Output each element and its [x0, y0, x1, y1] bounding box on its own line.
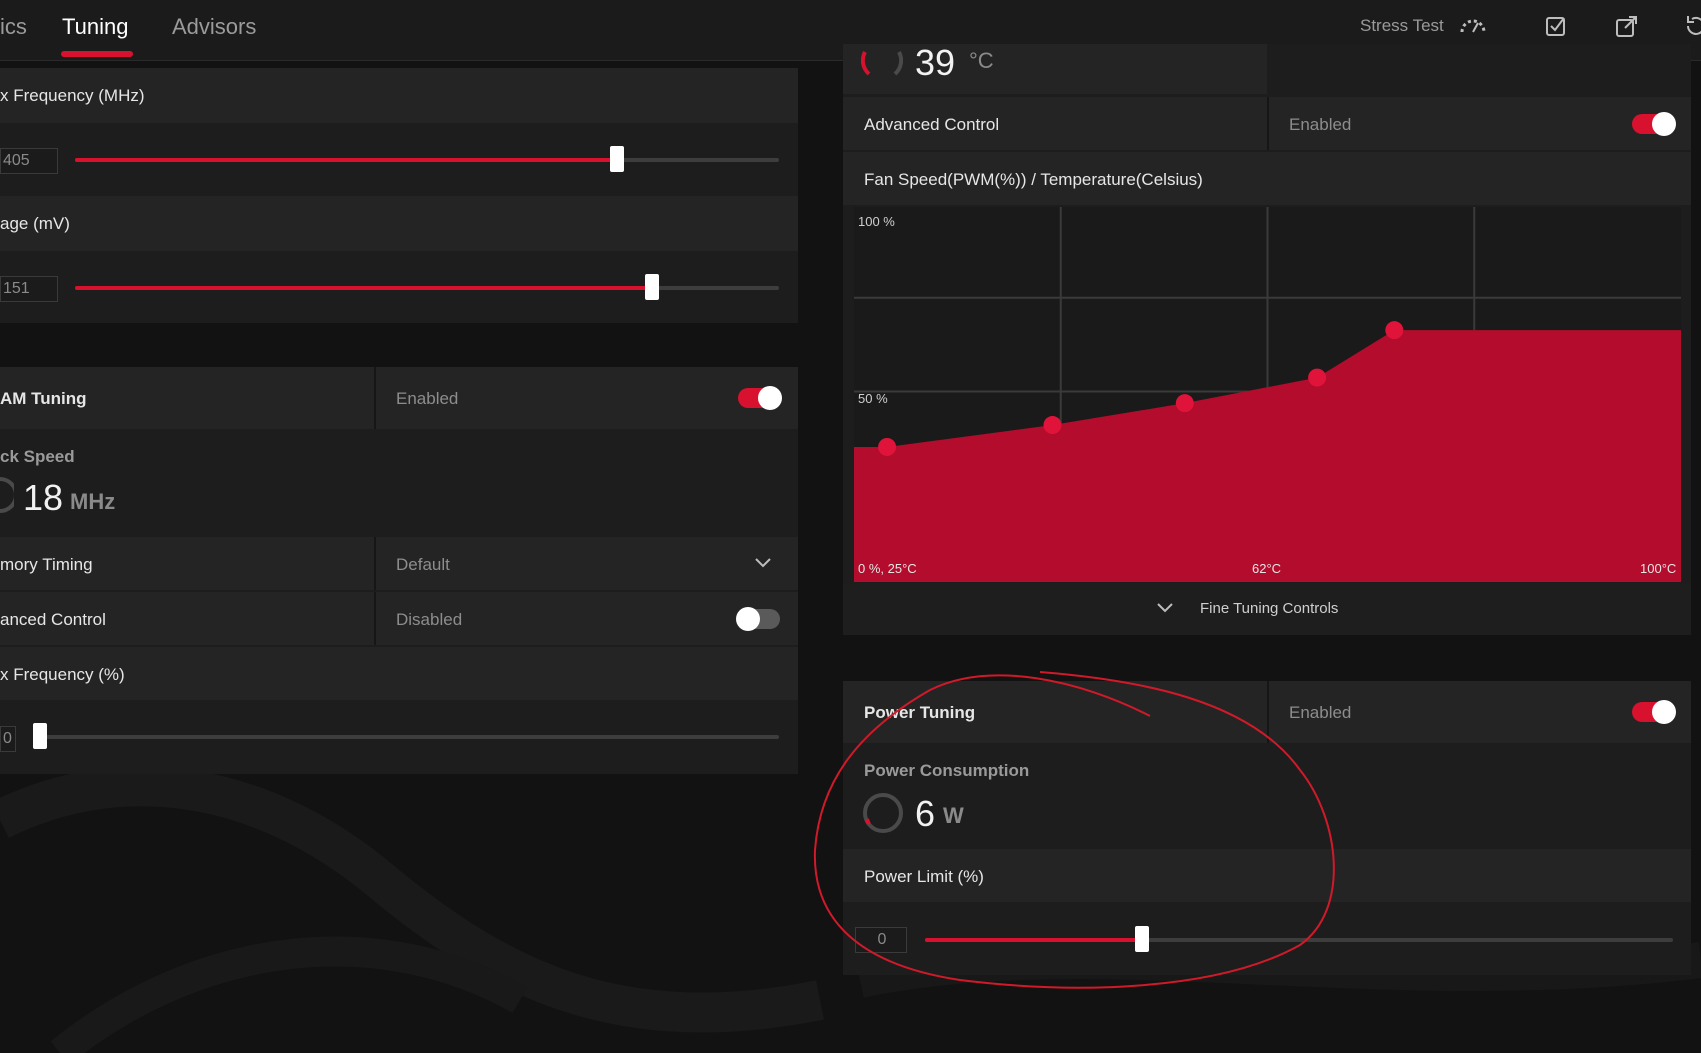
- fine-tuning-controls-label[interactable]: Fine Tuning Controls: [1200, 600, 1338, 617]
- power-limit-fill: [925, 938, 1142, 942]
- stress-gauge-icon[interactable]: [1459, 12, 1487, 40]
- fan-advanced-control-label: Advanced Control: [864, 115, 1000, 134]
- voltage-row: age (mV): [0, 196, 798, 251]
- fan-curve-point-0[interactable]: [878, 437, 897, 456]
- clock-speed-value: 18: [23, 477, 64, 518]
- clock-speed-unit: MHz: [70, 489, 116, 514]
- clock-speed-label: ck Speed: [0, 447, 75, 466]
- temperature-gauge-icon: [861, 51, 903, 76]
- temperature-row: 39 °C: [843, 42, 1267, 94]
- max-frequency-thumb[interactable]: [610, 146, 625, 172]
- checkbox-icon[interactable]: [1542, 12, 1570, 40]
- x-tick-end: 100°C: [1640, 561, 1676, 576]
- tab-advisors[interactable]: Advisors: [172, 14, 256, 40]
- voltage-value[interactable]: 151: [0, 276, 58, 302]
- gpu-tuning-panel: x Frequency (MHz) 405 age (mV) 151: [0, 68, 798, 323]
- max-frequency-pct-label: x Frequency (%): [0, 665, 125, 684]
- power-tuning-panel: Power Tuning Enabled Power Consumption 6…: [843, 681, 1691, 975]
- chevron-down-icon[interactable]: [1156, 602, 1174, 614]
- temperature-value: 39: [915, 42, 956, 83]
- power-consumption-unit: W: [943, 803, 964, 828]
- fan-curve-point-1[interactable]: [1043, 416, 1062, 435]
- voltage-fill: [75, 286, 653, 290]
- max-frequency-pct-slider[interactable]: [33, 723, 779, 749]
- power-limit-value[interactable]: 0: [855, 927, 907, 953]
- vram-advanced-control-label: anced Control: [0, 610, 106, 629]
- fan-curve-title-row: Fan Speed(PWM(%)) / Temperature(Celsius): [843, 152, 1691, 205]
- max-frequency-value[interactable]: 405: [0, 148, 58, 174]
- vram-tuning-panel: AM Tuning Enabled ck Speed 18 MHz mory T…: [0, 367, 798, 774]
- fan-tuning-panel: 39 °C Advanced Control Enabled Fan Speed…: [843, 42, 1691, 635]
- reset-icon[interactable]: [1682, 12, 1701, 40]
- max-frequency-slider[interactable]: [75, 146, 779, 172]
- tab-tuning[interactable]: Tuning: [62, 14, 128, 40]
- y-tick-50: 50 %: [858, 391, 888, 406]
- memory-timing-label: mory Timing: [0, 555, 93, 574]
- fan-advanced-control-row: Advanced Control Enabled: [843, 97, 1691, 150]
- chevron-down-icon[interactable]: [754, 557, 772, 569]
- max-frequency-label: x Frequency (MHz): [0, 86, 145, 105]
- vram-tuning-title: AM Tuning: [0, 389, 87, 408]
- fan-curve-point-4[interactable]: [1385, 321, 1404, 340]
- vram-advanced-control-toggle[interactable]: [736, 607, 780, 631]
- max-frequency-pct-value[interactable]: 0: [0, 726, 16, 752]
- temperature-unit: °C: [969, 48, 994, 73]
- power-consumption-label: Power Consumption: [864, 761, 1030, 780]
- vram-tuning-header: AM Tuning Enabled: [0, 367, 798, 429]
- power-tuning-title: Power Tuning: [864, 703, 976, 722]
- vram-tuning-status: Enabled: [396, 389, 459, 408]
- max-frequency-pct-thumb[interactable]: [33, 723, 47, 749]
- power-limit-row: Power Limit (%): [843, 849, 1691, 902]
- x-tick-mid: 62°C: [1252, 561, 1281, 576]
- fan-curve-point-3[interactable]: [1308, 368, 1327, 387]
- voltage-slider[interactable]: [75, 274, 779, 300]
- power-gauge-icon: [863, 793, 903, 833]
- power-tuning-status: Enabled: [1289, 703, 1352, 722]
- y-tick-100: 100 %: [858, 214, 895, 229]
- vram-advanced-control-row: anced Control Disabled: [0, 592, 798, 645]
- fine-tuning-controls-row[interactable]: Fine Tuning Controls: [843, 584, 1691, 635]
- voltage-label: age (mV): [0, 214, 70, 233]
- fan-curve-chart[interactable]: 100 % 50 % 0 %, 25°C 62°C 100°C: [854, 207, 1681, 582]
- share-icon[interactable]: [1613, 12, 1641, 40]
- power-limit-slider[interactable]: [925, 926, 1673, 952]
- memory-timing-dropdown[interactable]: Default: [396, 555, 450, 575]
- x-tick-start: 0 %, 25°C: [858, 561, 917, 576]
- voltage-thumb[interactable]: [645, 274, 660, 300]
- fan-advanced-control-status: Enabled: [1289, 115, 1352, 134]
- fan-advanced-control-toggle[interactable]: [1632, 112, 1676, 136]
- power-limit-thumb[interactable]: [1134, 926, 1149, 952]
- fan-curve-title: Fan Speed(PWM(%)) / Temperature(Celsius): [864, 170, 1203, 189]
- power-tuning-header: Power Tuning Enabled: [843, 681, 1691, 743]
- vram-advanced-control-status: Disabled: [396, 610, 463, 629]
- active-tab-indicator: [61, 51, 133, 57]
- power-consumption-value: 6: [915, 793, 936, 834]
- max-frequency-row: x Frequency (MHz): [0, 68, 798, 123]
- max-frequency-fill: [75, 158, 618, 162]
- clock-speed-gauge-icon: [0, 477, 14, 513]
- memory-timing-row: mory Timing Default: [0, 537, 798, 590]
- max-frequency-pct-row: x Frequency (%): [0, 647, 798, 700]
- stress-test-label[interactable]: Stress Test: [1360, 16, 1444, 36]
- tab-partial[interactable]: ics: [0, 14, 27, 40]
- fan-curve-point-2[interactable]: [1175, 394, 1194, 413]
- vram-tuning-toggle[interactable]: [738, 386, 782, 410]
- power-limit-label: Power Limit (%): [864, 867, 984, 886]
- power-tuning-toggle[interactable]: [1632, 700, 1676, 724]
